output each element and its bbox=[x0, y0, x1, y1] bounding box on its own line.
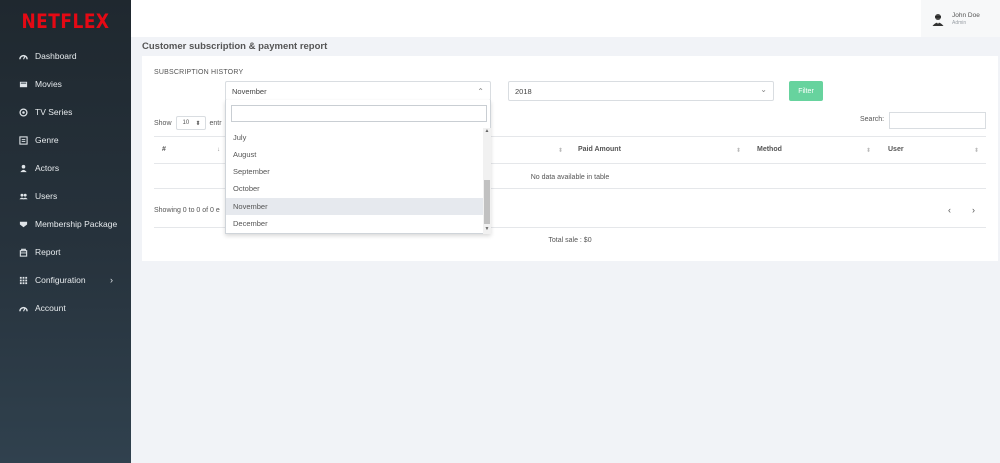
user-menu[interactable]: John Doe Admin bbox=[921, 0, 1000, 37]
topbar: John Doe Admin bbox=[131, 0, 1000, 37]
chevron-down-icon: ⌄ bbox=[760, 85, 767, 94]
person-icon bbox=[17, 162, 29, 174]
sidebar-item-label: TV Series bbox=[35, 107, 73, 117]
dropdown-option-november[interactable]: November bbox=[226, 198, 483, 215]
dropdown-scrollbar[interactable]: ▲ ▼ bbox=[483, 128, 491, 234]
report-icon bbox=[17, 246, 29, 258]
page-length-control: Show 10 ⬍ entr bbox=[154, 116, 222, 130]
next-page-button[interactable]: › bbox=[972, 205, 975, 215]
chevron-right-icon: › bbox=[110, 275, 113, 285]
dashboard-icon bbox=[17, 302, 29, 314]
list-icon bbox=[17, 134, 29, 146]
spinner-icon: ⬍ bbox=[195, 120, 201, 127]
sidebar-item-dashboard[interactable]: Dashboard bbox=[0, 46, 131, 66]
dropdown-options: July August September October November D… bbox=[226, 128, 483, 234]
total-sale: Total sale : $0 bbox=[548, 237, 592, 244]
previous-page-button[interactable]: ‹ bbox=[948, 205, 951, 215]
dropdown-option-december[interactable]: December bbox=[226, 215, 483, 232]
sidebar-item-configuration[interactable]: Configuration › bbox=[0, 270, 131, 290]
sidebar-item-actors[interactable]: Actors bbox=[0, 158, 131, 178]
year-select-value: 2018 bbox=[515, 86, 532, 96]
page-length-value: 10 bbox=[182, 120, 190, 126]
sort-icon[interactable]: ⬍ bbox=[866, 147, 871, 154]
sidebar-item-label: Configuration bbox=[35, 275, 86, 285]
avatar bbox=[932, 13, 944, 26]
sort-icon[interactable]: ⬍ bbox=[558, 147, 563, 154]
dropdown-option-october[interactable]: October bbox=[226, 180, 483, 197]
section-title: SUBSCRIPTION HISTORY bbox=[154, 69, 244, 76]
dashboard-icon bbox=[17, 50, 29, 62]
sort-icon[interactable]: ⬍ bbox=[974, 147, 979, 154]
sidebar-item-label: Report bbox=[35, 247, 61, 257]
user-role: Admin bbox=[952, 19, 967, 26]
sidebar-item-membership-package[interactable]: Membership Package bbox=[0, 214, 131, 234]
dropdown-search-input[interactable] bbox=[231, 105, 487, 122]
column-header-method[interactable]: Method bbox=[757, 146, 782, 153]
grid-icon bbox=[17, 274, 29, 286]
sidebar-item-report[interactable]: Report bbox=[0, 242, 131, 262]
show-label: Show bbox=[154, 119, 172, 127]
sidebar-item-account[interactable]: Account bbox=[0, 298, 131, 318]
filter-button[interactable]: Filter bbox=[789, 81, 823, 101]
tv-icon bbox=[17, 106, 29, 118]
scroll-up-icon[interactable]: ▲ bbox=[483, 128, 491, 134]
dropdown-option-september[interactable]: September bbox=[226, 163, 483, 180]
column-header-number[interactable]: # bbox=[162, 146, 166, 153]
sidebar-item-label: Movies bbox=[35, 79, 62, 89]
sidebar-item-label: Users bbox=[35, 191, 58, 201]
dropdown-option-july[interactable]: July bbox=[226, 129, 483, 146]
sort-icon[interactable]: ⬍ bbox=[736, 147, 741, 154]
month-select[interactable]: November ⌃ bbox=[225, 81, 491, 101]
dropdown-option-august[interactable]: August bbox=[226, 146, 483, 163]
netflex-logo[interactable]: NETFLEX bbox=[0, 0, 131, 46]
scroll-down-icon[interactable]: ▼ bbox=[483, 226, 491, 232]
table-info: Showing 0 to 0 of 0 e bbox=[154, 207, 220, 214]
search-label: Search: bbox=[860, 116, 885, 123]
movies-icon bbox=[17, 78, 29, 90]
column-header-paid-amount[interactable]: Paid Amount bbox=[578, 146, 621, 153]
sidebar-item-tv-series[interactable]: TV Series bbox=[0, 102, 131, 122]
sidebar-item-label: Actors bbox=[35, 163, 60, 173]
sidebar-item-movies[interactable]: Movies bbox=[0, 74, 131, 94]
year-select[interactable]: 2018 ⌄ bbox=[508, 81, 774, 101]
sort-desc-icon[interactable]: ↓ bbox=[217, 147, 220, 153]
search-input[interactable] bbox=[889, 112, 986, 129]
sidebar-item-users[interactable]: Users bbox=[0, 186, 131, 206]
user-name: John Doe bbox=[952, 11, 980, 19]
package-icon bbox=[17, 218, 29, 230]
sidebar-item-label: Dashboard bbox=[35, 51, 77, 61]
page-title: Customer subscription & payment report bbox=[142, 41, 328, 52]
month-dropdown: July August September October November D… bbox=[225, 100, 491, 234]
column-header-user[interactable]: User bbox=[888, 146, 904, 153]
sidebar-item-label: Genre bbox=[35, 135, 59, 145]
page-length-select[interactable]: 10 ⬍ bbox=[175, 116, 206, 130]
sidebar-item-label: Membership Package bbox=[35, 219, 118, 229]
chevron-up-icon: ⌃ bbox=[477, 87, 484, 96]
month-select-value: November bbox=[232, 86, 267, 96]
sidebar-item-label: Account bbox=[35, 303, 66, 313]
entries-label: entr bbox=[209, 119, 222, 127]
sidebar-item-genre[interactable]: Genre bbox=[0, 130, 131, 150]
sidebar: NETFLEX Dashboard Movies TV Series Genre… bbox=[0, 0, 131, 463]
users-icon bbox=[17, 190, 29, 202]
scrollbar-thumb[interactable] bbox=[484, 180, 490, 224]
